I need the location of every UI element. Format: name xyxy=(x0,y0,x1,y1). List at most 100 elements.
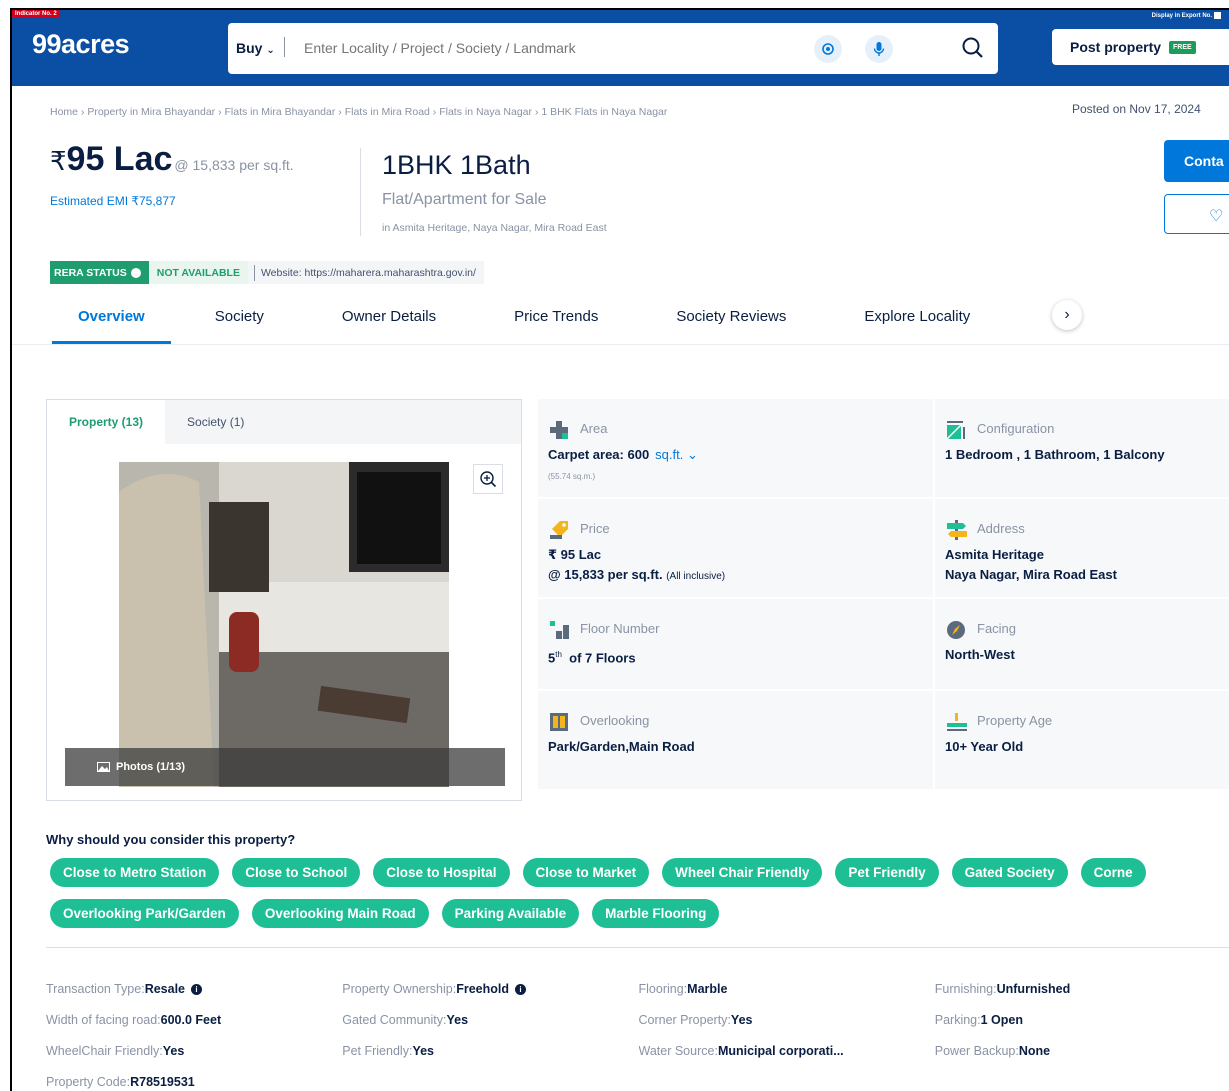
attr-key: WheelChair Friendly xyxy=(46,1044,160,1058)
floor-value: 5th of 7 Floors xyxy=(548,645,636,668)
tab-society[interactable]: Society xyxy=(171,308,286,344)
price-detail: ₹ 95 Lac xyxy=(548,547,602,562)
compass-icon xyxy=(947,621,965,639)
config-title: 1BHK 1Bath xyxy=(382,150,531,180)
attr-value: 600.0 Feet xyxy=(160,1013,222,1027)
chip-pet-friendly[interactable]: Pet Friendly xyxy=(835,858,939,887)
rera-divider xyxy=(253,264,255,281)
address-cell: Address Asmita Heritage Naya Nagar, Mira … xyxy=(935,499,1229,597)
chips-divider xyxy=(46,947,1229,948)
info-icon[interactable]: i xyxy=(515,984,526,996)
chip-gated-society[interactable]: Gated Society xyxy=(951,858,1068,887)
photos-label: Photos (1/13) xyxy=(116,761,186,773)
chevron-right-icon[interactable]: › xyxy=(1052,300,1082,330)
attr-key: Width of facing road xyxy=(46,1013,158,1027)
favourite-button[interactable]: ♡ xyxy=(1164,194,1229,234)
gallery-tab-society[interactable]: Society (1) xyxy=(165,400,266,444)
location-icon[interactable] xyxy=(814,35,842,63)
chip-close-to-hospital[interactable]: Close to Hospital xyxy=(373,858,510,887)
floor-cell: Floor Number 5th of 7 Floors xyxy=(538,599,933,689)
floor-suffix: th xyxy=(555,650,562,659)
price-value: 95 Lac xyxy=(66,140,173,178)
tab-price-trends[interactable]: Price Trends xyxy=(458,308,620,344)
image-icon xyxy=(97,762,110,772)
search-icon[interactable] xyxy=(958,33,988,63)
area-icon xyxy=(550,421,568,439)
attr-value: Yes xyxy=(412,1044,434,1058)
property-details-grid: Area Carpet area: 600 sq.ft. ⌄ (55.74 sq.m… xyxy=(538,399,1229,789)
post-property-label: Post property xyxy=(1070,39,1162,55)
overlooking-value: Park/Garden,Main Road xyxy=(548,739,695,754)
price-detail-value: ₹ 95 Lac @ 15,833 per sq.ft. (All inclusi… xyxy=(548,545,725,587)
chevron-down-icon: ⌄ xyxy=(266,45,275,56)
chip-close-to-metro[interactable]: Close to Metro Station xyxy=(50,858,220,887)
attr-value: Freehold xyxy=(456,982,509,996)
attr-row: WheelChair Friendly:Yes Pet Friendly:Yes… xyxy=(46,1044,1229,1075)
rera-label: RERA STATUS xyxy=(50,261,149,284)
floor-total: of 7 Floors xyxy=(569,650,636,666)
chip-marble-flooring[interactable]: Marble Flooring xyxy=(592,899,720,928)
zoom-in-icon[interactable] xyxy=(473,464,503,494)
chip-wheelchair-friendly[interactable]: Wheel Chair Friendly xyxy=(662,858,823,887)
chip-close-to-school[interactable]: Close to School xyxy=(232,858,361,887)
rera-availability: NOT AVAILABLE xyxy=(148,261,248,284)
rera-website[interactable]: Website: https://maharera.maharashtra.go… xyxy=(261,267,484,279)
attr-key: Pet Friendly xyxy=(342,1044,409,1058)
price-cell: Price ₹ 95 Lac @ 15,833 per sq.ft. (All i… xyxy=(538,499,933,597)
buy-label: Buy xyxy=(236,40,263,56)
attr-value: Resale xyxy=(144,982,185,996)
attr-parking: Parking:1 Open xyxy=(934,1013,1023,1027)
configuration-label: Configuration xyxy=(977,421,1055,436)
attr-key: Gated Community xyxy=(342,1013,443,1027)
address-line2: Naya Nagar, Mira Road East xyxy=(945,567,1117,582)
attr-row: Property Code:R78519531 xyxy=(46,1075,1229,1091)
chip-close-to-market[interactable]: Close to Market xyxy=(522,858,650,887)
address-label: Address xyxy=(977,521,1025,536)
heart-icon: ♡ xyxy=(1209,208,1224,225)
facing-cell: Facing North-West xyxy=(935,599,1229,689)
property-attributes: Transaction Type:Resale i Property Owners… xyxy=(46,982,1229,1091)
search-input[interactable] xyxy=(304,40,784,56)
area-unit: sq.ft. xyxy=(655,447,684,462)
checkbox-icon[interactable] xyxy=(1214,12,1221,19)
attr-value: None xyxy=(1018,1044,1051,1058)
attr-key: Property Code xyxy=(46,1075,127,1089)
contact-button[interactable]: Conta xyxy=(1164,140,1229,182)
property-age-value: 10+ Year Old xyxy=(945,739,1024,754)
post-property-button[interactable]: Post property FREE xyxy=(1052,29,1229,65)
tab-owner-details[interactable]: Owner Details xyxy=(286,308,458,344)
attr-key: Property Ownership xyxy=(342,982,453,996)
tab-explore-locality[interactable]: Explore Locality xyxy=(808,308,992,344)
facing-value: North-West xyxy=(945,647,1015,662)
property-photo[interactable] xyxy=(119,462,449,787)
area-unit-dropdown[interactable]: sq.ft. ⌄ xyxy=(655,447,698,462)
info-icon[interactable]: i xyxy=(191,984,202,996)
tab-society-reviews[interactable]: Society Reviews xyxy=(620,308,808,344)
tab-overview[interactable]: Overview xyxy=(52,308,171,344)
attr-value: Yes xyxy=(162,1044,185,1058)
chip-overlooking-main-road[interactable]: Overlooking Main Road xyxy=(251,899,429,928)
floor-label: Floor Number xyxy=(580,621,660,636)
logo[interactable]: 99acres xyxy=(32,29,130,60)
chip-row-1: Close to Metro Station Close to School C… xyxy=(50,858,1229,887)
gallery-tab-property[interactable]: Property (13) xyxy=(47,400,166,444)
search-bar: Buy ⌄ xyxy=(228,23,998,74)
reason-chips: Close to Metro Station Close to School C… xyxy=(50,858,1229,940)
info-icon[interactable] xyxy=(130,267,141,278)
price-tag-icon xyxy=(550,521,568,539)
attr-row: Transaction Type:Resale i Property Owners… xyxy=(46,982,1229,1013)
chip-overlooking-park[interactable]: Overlooking Park/Garden xyxy=(50,899,239,928)
attr-value: Yes xyxy=(730,1013,753,1027)
buy-dropdown[interactable]: Buy ⌄ xyxy=(236,40,275,56)
attr-property-code: Property Code:R78519531 xyxy=(46,1075,195,1089)
chip-corner[interactable]: Corne xyxy=(1080,858,1146,887)
chip-parking-available[interactable]: Parking Available xyxy=(441,899,580,928)
carpet-area: Carpet area: 600 xyxy=(548,447,650,462)
breadcrumb[interactable]: Home › Property in Mira Bhayandar › Flat… xyxy=(50,106,667,118)
mic-icon[interactable] xyxy=(865,35,893,63)
emi-link[interactable]: Estimated EMI ₹75,877 xyxy=(50,194,176,208)
price-block: ₹ 95 Lac @ 15,833 per sq.ft. xyxy=(50,140,294,179)
photos-count-bar[interactable]: Photos (1/13) xyxy=(65,748,505,786)
property-location: in Asmita Heritage, Naya Nagar, Mira Roa… xyxy=(382,222,607,234)
attr-value: R78519531 xyxy=(130,1075,195,1089)
